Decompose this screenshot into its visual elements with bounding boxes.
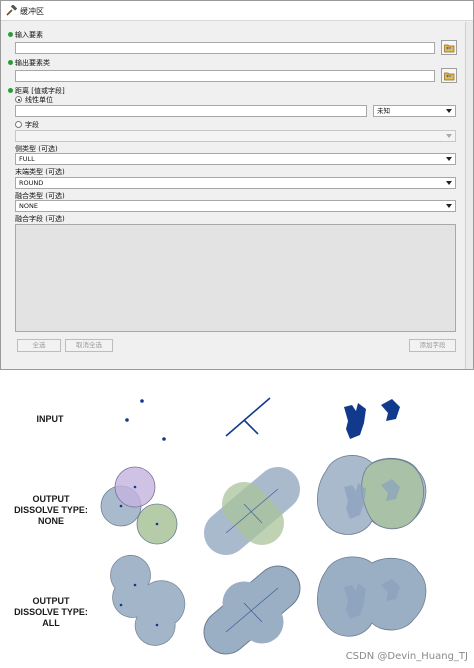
buffers-points-none: [100, 466, 178, 545]
buffer-tool-dialog: 缓冲区 输入要素 输出要素类 距离 [值或字段] 线性单位 未知 字段 侧类型 …: [0, 0, 474, 370]
distance-value-field[interactable]: [15, 105, 367, 117]
input-polygon: [344, 403, 366, 439]
chevron-down-icon: [446, 204, 452, 208]
input-points: [125, 399, 166, 441]
input-point: [119, 504, 123, 508]
dissolve-type-value: NONE: [19, 202, 38, 210]
unit-select-value: 未知: [377, 107, 390, 115]
buffers-polygons-none: [317, 455, 427, 535]
required-dot-icon: [8, 60, 13, 65]
input-point: [140, 399, 144, 403]
chevron-down-icon: [446, 134, 452, 138]
end-type-label: 末端类型 (可选): [15, 168, 65, 176]
watermark: CSDN @Devin_Huang_TJ: [345, 651, 468, 662]
side-type-select[interactable]: FULL: [15, 153, 456, 165]
open-folder-icon: [444, 44, 455, 53]
input-point: [119, 603, 123, 607]
unit-select[interactable]: 未知: [373, 105, 456, 117]
chevron-down-icon: [446, 181, 452, 185]
dissolve-type-select[interactable]: NONE: [15, 200, 456, 212]
title-bar: 缓冲区: [1, 1, 473, 21]
unselect-all-button[interactable]: 取消全选: [65, 339, 113, 352]
required-dot-icon: [8, 88, 13, 93]
input-line: [243, 419, 259, 435]
input-point: [162, 437, 166, 441]
add-field-button[interactable]: 添加字段: [409, 339, 456, 352]
input-lines: [225, 397, 271, 437]
input-features-field[interactable]: [15, 42, 435, 54]
field-label: 字段: [25, 121, 39, 129]
open-folder-icon: [444, 72, 455, 81]
input-browse-button[interactable]: [441, 40, 457, 55]
input-features-label: 输入要素: [15, 31, 43, 39]
linear-unit-radio[interactable]: [15, 96, 22, 103]
hammer-icon: [6, 5, 17, 16]
required-dot-icon: [8, 32, 13, 37]
side-type-value: FULL: [19, 155, 35, 163]
dissolve-field-list[interactable]: [15, 224, 456, 332]
chevron-down-icon: [446, 109, 452, 113]
buffers-polygons-all: [317, 556, 427, 637]
input-polygon: [381, 399, 400, 421]
linear-unit-label: 线性单位: [25, 96, 53, 104]
chevron-down-icon: [446, 157, 452, 161]
buffers-points-all: [110, 555, 186, 646]
input-point: [133, 485, 137, 489]
input-polygons: [344, 399, 400, 439]
input-point: [125, 418, 129, 422]
end-type-select[interactable]: ROUND: [15, 177, 456, 189]
output-browse-button[interactable]: [441, 68, 457, 83]
buffers-lines-none: [204, 467, 300, 555]
field-radio[interactable]: [15, 121, 22, 128]
dialog-title: 缓冲区: [20, 7, 44, 16]
illustration-canvas: [100, 397, 427, 655]
select-all-button[interactable]: 全选: [17, 339, 61, 352]
buffers-lines-all: [203, 565, 301, 655]
input-point: [155, 623, 159, 627]
output-features-field[interactable]: [15, 70, 435, 82]
field-select[interactable]: [15, 130, 456, 142]
input-point: [133, 583, 137, 587]
input-point: [155, 522, 159, 526]
output-features-label: 输出要素类: [15, 59, 50, 67]
scrollbar[interactable]: [465, 22, 473, 369]
dissolve-type-illustration: INPUT OUTPUT DISSOLVE TYPE: NONE OUTPUT …: [0, 371, 474, 668]
input-line: [225, 397, 271, 437]
dissolve-field-label: 融合字段 (可选): [15, 215, 65, 223]
end-type-value: ROUND: [19, 179, 44, 187]
